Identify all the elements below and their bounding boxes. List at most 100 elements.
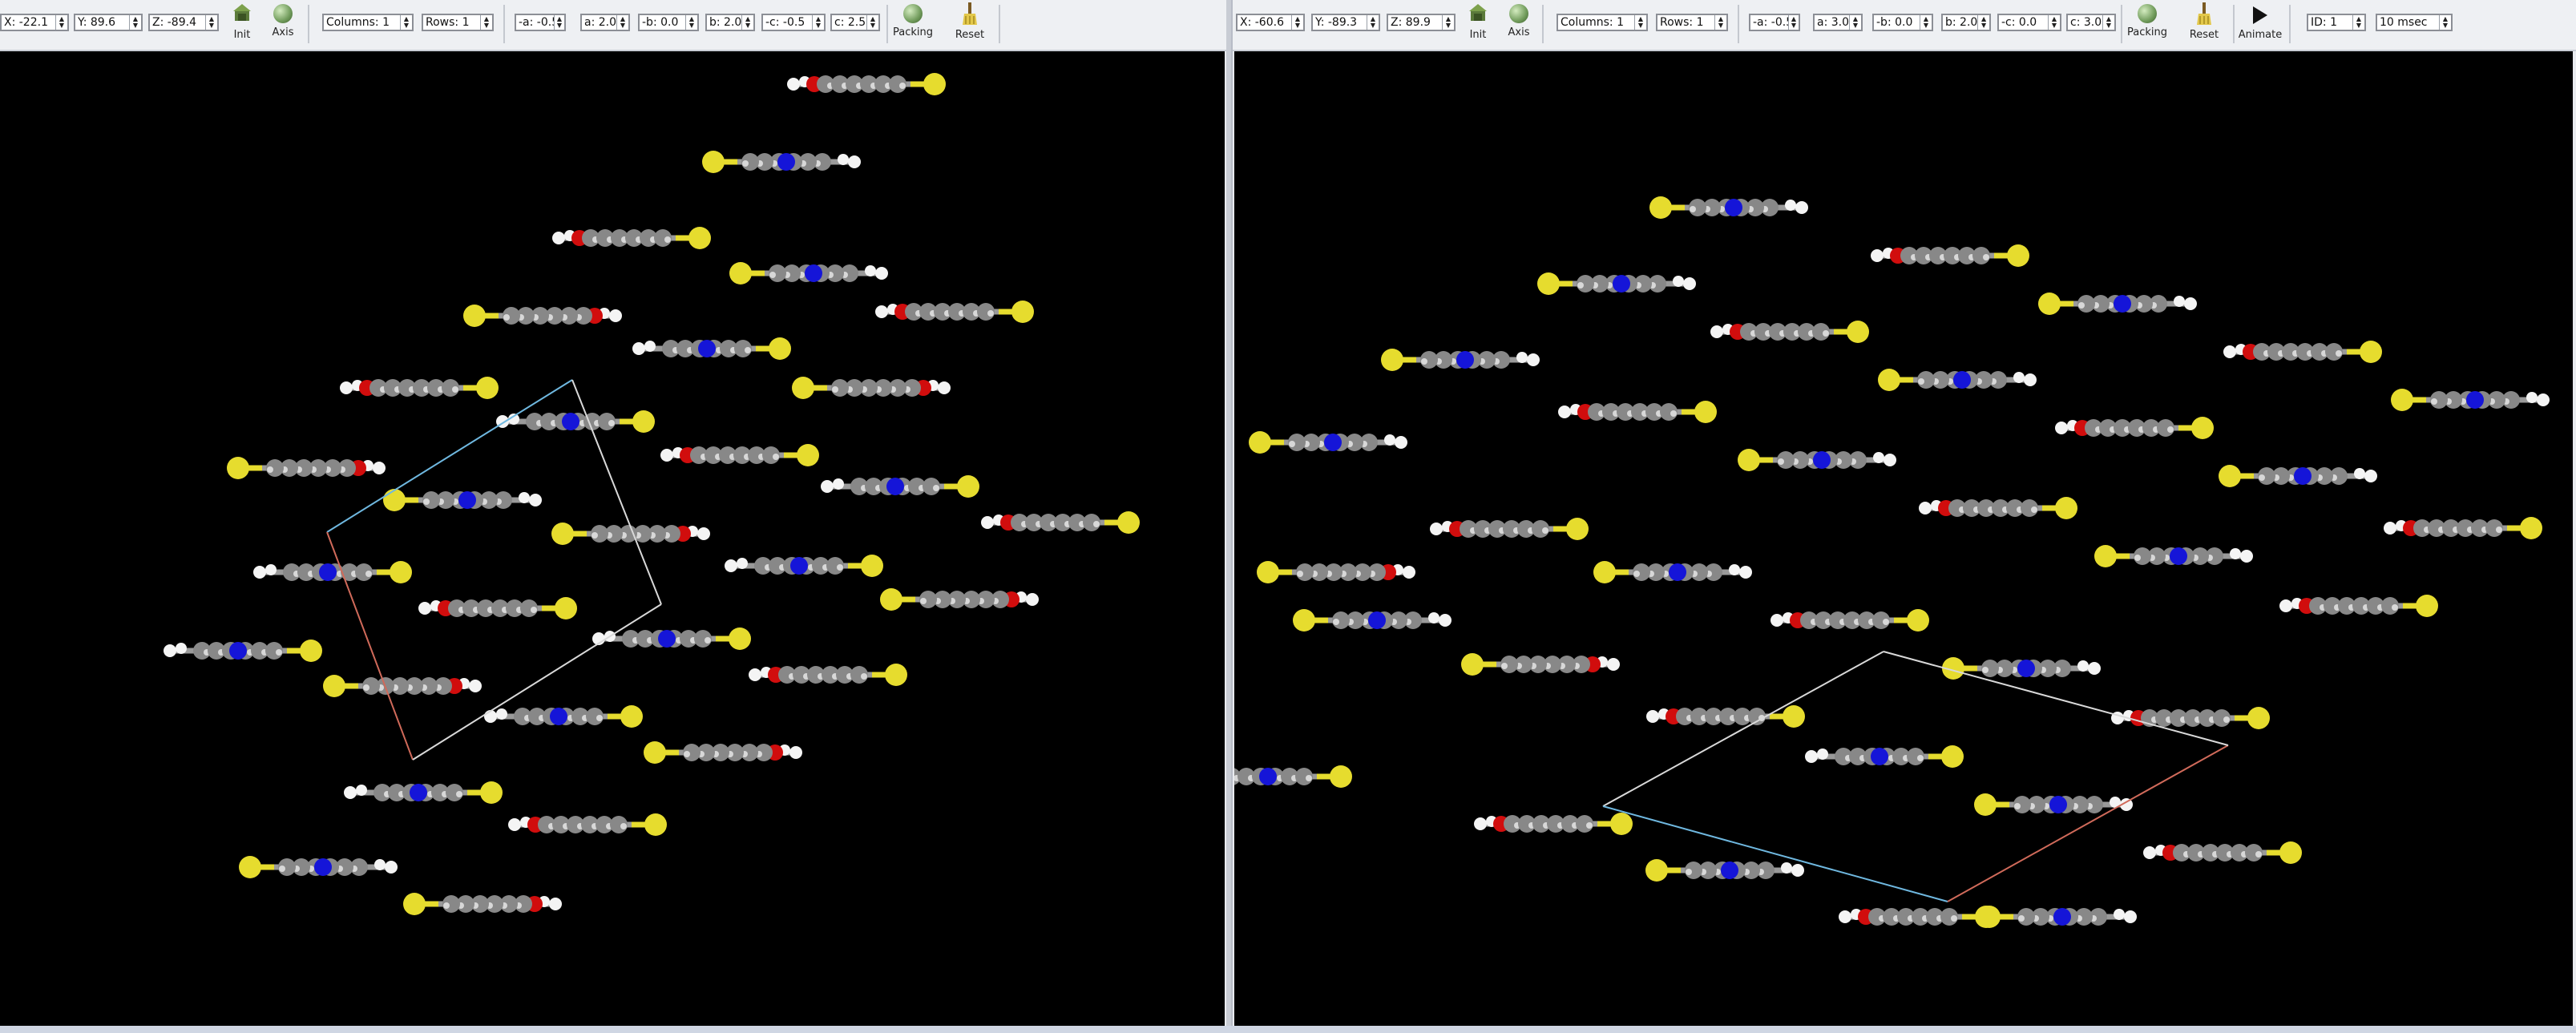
spinner-arrows-icon[interactable]: ▲ ▼	[741, 15, 753, 30]
atom	[981, 516, 994, 529]
spinner-arrows-icon[interactable]: ▲ ▼	[866, 15, 878, 30]
broom-icon	[962, 2, 978, 26]
axis-button[interactable]: Axis	[269, 2, 297, 46]
spinner-arrows-icon[interactable]: ▲ ▼	[2439, 15, 2451, 30]
init-button[interactable]: Init	[1465, 2, 1491, 46]
right-crystal-scene[interactable]	[1234, 51, 2573, 1026]
neg-a-spinner[interactable]: -a: -0.5▲▼	[515, 13, 566, 32]
spinner-arrows-icon[interactable]: ▲ ▼	[1920, 15, 1932, 30]
neg-a-spinner[interactable]: -a: -0.5▲▼	[1749, 13, 1800, 32]
rotation-z-spinner[interactable]: Z: 89.9 ▲ ▼	[1387, 13, 1456, 32]
spinner-arrows-icon[interactable]: ▲ ▼	[1787, 15, 1799, 30]
molecule	[787, 73, 946, 95]
spinner-arrows-icon[interactable]: ▲ ▼	[1849, 15, 1861, 30]
atom	[769, 337, 791, 360]
spinner-arrows-icon[interactable]: ▲ ▼	[1442, 15, 1454, 30]
neg-c-spinner[interactable]: -c: 0.0 ▲ ▼	[1997, 13, 2061, 32]
atom	[620, 823, 627, 829]
spinner-arrows-icon[interactable]: ▲ ▼	[480, 15, 492, 30]
neg-c-spinner[interactable]: -c: -0.5 ▲ ▼	[761, 13, 826, 32]
rotation-x-spinner[interactable]: X: -22.1 ▲ ▼	[0, 13, 69, 32]
spinner-arrows-icon[interactable]: ▲ ▼	[1634, 15, 1646, 30]
spinner-arrows-icon[interactable]: ▲ ▼	[1714, 15, 1726, 30]
atom	[608, 420, 615, 426]
axis-button[interactable]: Axis	[1505, 2, 1532, 46]
atom	[458, 491, 476, 509]
molecule	[1293, 609, 1452, 632]
spinner-arrows-icon[interactable]: ▲ ▼	[1367, 15, 1379, 30]
atom	[644, 813, 667, 836]
left-crystal-scene[interactable]	[0, 51, 1225, 1026]
neg-b-spinner[interactable]: -b: 0.0 ▲ ▼	[638, 13, 699, 32]
atom	[938, 381, 951, 394]
spinner-arrows-icon[interactable]: ▲ ▼	[2048, 15, 2060, 30]
rotation-y-spinner[interactable]: Y: 89.6 ▲ ▼	[74, 13, 143, 32]
spinner-arrows-icon[interactable]: ▲ ▼	[55, 15, 67, 30]
a-spinner[interactable]: a: 2.0 ▲ ▼	[580, 13, 630, 32]
atom	[1974, 793, 1997, 816]
init-button[interactable]: Init	[229, 2, 255, 46]
columns-spinner[interactable]: Columns: 1 ▲ ▼	[1557, 13, 1648, 32]
packing-button[interactable]: Packing	[888, 2, 938, 46]
toolbar-separator	[308, 5, 309, 43]
atom	[2078, 302, 2085, 309]
rotation-x-spinner[interactable]: X: -60.6 ▲ ▼	[1236, 13, 1305, 32]
a-spinner[interactable]: a: 3.0 ▲ ▼	[1813, 13, 1863, 32]
spinner-arrows-icon[interactable]: ▲ ▼	[400, 15, 412, 30]
atom	[1527, 353, 1540, 366]
molecule	[1710, 321, 1869, 343]
rows-spinner[interactable]: Rows: 1 ▲ ▼	[422, 13, 494, 32]
spinner-arrows-icon[interactable]: ▲ ▼	[616, 15, 628, 30]
atom	[531, 607, 537, 613]
packing-button[interactable]: Packing	[2122, 2, 2172, 46]
toolbar-separator	[1542, 5, 1544, 43]
left-toolbar: X: -22.1 ▲ ▼ Y: 89.6 ▲ ▼ Z: -89.4 ▲ ▼ Init Axi…	[0, 0, 1226, 51]
spinner-arrows-icon[interactable]: ▲ ▼	[1977, 15, 1989, 30]
neg-b-spinner[interactable]: -b: 0.0 ▲ ▼	[1872, 13, 1933, 32]
rotation-y-spinner[interactable]: Y: -89.3 ▲ ▼	[1311, 13, 1380, 32]
molecule	[2038, 293, 2197, 315]
c-spinner[interactable]: c: 2.5 ▲ ▼	[830, 13, 880, 32]
atom	[1306, 775, 1312, 781]
atom	[1917, 755, 1924, 761]
rows-spinner[interactable]: Rows: 1 ▲ ▼	[1656, 13, 1728, 32]
rotation-z-spinner[interactable]: Z: -89.4 ▲ ▼	[148, 13, 219, 32]
atom	[725, 559, 737, 572]
init-icon	[1466, 2, 1490, 26]
molecule	[1558, 401, 1717, 423]
atom	[1577, 282, 1584, 289]
atom	[1633, 571, 1640, 577]
left-3d-viewport[interactable]	[0, 51, 1225, 1026]
spinner-arrows-icon[interactable]: ▲ ▼	[129, 15, 141, 30]
animate-button[interactable]: Animate	[2238, 2, 2283, 46]
spinner-arrows-icon[interactable]: ▲ ▼	[2102, 15, 2114, 30]
b-spinner[interactable]: b: 2.0 ▲ ▼	[705, 13, 755, 32]
atom	[2354, 468, 2365, 479]
atom	[418, 602, 431, 615]
reset-button[interactable]: Reset	[2183, 2, 2225, 46]
toolbar-separator	[999, 5, 1000, 43]
play-icon	[2253, 6, 2267, 24]
atom	[620, 705, 643, 728]
atom	[1456, 351, 1474, 369]
broom-icon	[2196, 2, 2212, 26]
spinner-arrows-icon[interactable]: ▲ ▼	[205, 15, 217, 30]
c-spinner[interactable]: c: 3.0 ▲ ▼	[2066, 13, 2116, 32]
interval-spinner[interactable]: 10 msec ▲ ▼	[2376, 13, 2453, 32]
frame-id-spinner[interactable]: ID: 1 ▲ ▼	[2307, 13, 2366, 32]
columns-spinner[interactable]: Columns: 1 ▲ ▼	[322, 13, 414, 32]
atom	[1805, 750, 1818, 763]
atom	[789, 746, 802, 759]
atom	[837, 564, 843, 571]
spinner-arrows-icon[interactable]: ▲ ▼	[685, 15, 697, 30]
spinner-arrows-icon[interactable]: ▲ ▼	[1291, 15, 1303, 30]
spinner-arrows-icon[interactable]: ▲ ▼	[2352, 15, 2364, 30]
reset-label: Reset	[955, 29, 985, 41]
reset-button[interactable]: Reset	[949, 2, 991, 46]
spinner-arrows-icon[interactable]: ▲ ▼	[812, 15, 824, 30]
b-spinner[interactable]: b: 2.0 ▲ ▼	[1941, 13, 1991, 32]
spinner-arrows-icon[interactable]: ▲ ▼	[553, 15, 564, 30]
atom	[790, 557, 808, 575]
atom	[1710, 325, 1723, 338]
right-3d-viewport[interactable]	[1234, 51, 2573, 1026]
